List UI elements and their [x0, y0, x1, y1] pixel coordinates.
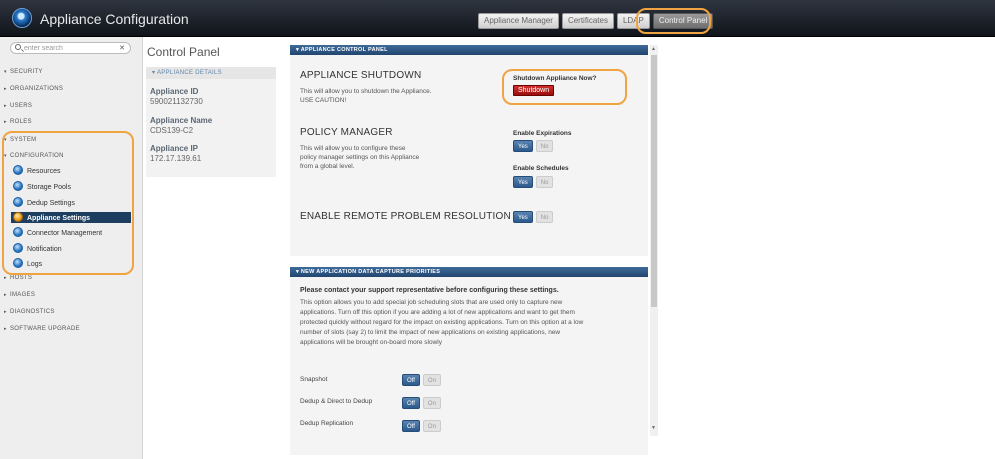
sidebar-item-software-upgrade[interactable]: ▸ SOFTWARE UPGRADE: [4, 326, 80, 332]
appliance-control-panel: ▾ APPLIANCE CONTROL PANEL APPLIANCE SHUT…: [290, 45, 648, 256]
dedup-direct-label: Dedup & Direct to Dedup: [300, 398, 373, 405]
off-button[interactable]: Off: [402, 374, 420, 386]
off-button[interactable]: Off: [402, 420, 420, 432]
yes-button[interactable]: Yes: [513, 176, 533, 188]
scroll-down-icon[interactable]: ▼: [651, 425, 656, 431]
yes-button[interactable]: Yes: [513, 211, 533, 223]
priorities-desc-2: applications. Turn off this option if yo…: [300, 309, 575, 316]
globe-icon: [13, 212, 23, 222]
sidebar-item-images[interactable]: ▸ IMAGES: [4, 292, 35, 298]
policy-desc-1: This will allow you to configure these: [300, 145, 406, 152]
dedup-direct-toggle: Off On: [402, 397, 441, 409]
enable-schedules-label: Enable Schedules: [513, 165, 569, 172]
tab-appliance-manager[interactable]: Appliance Manager: [478, 13, 559, 29]
main-content: ▾ APPLIANCE CONTROL PANEL APPLIANCE SHUT…: [290, 45, 648, 455]
app-title: Appliance Configuration: [40, 11, 189, 27]
no-button[interactable]: No: [535, 176, 554, 188]
yes-button[interactable]: Yes: [513, 140, 533, 152]
priorities-desc-4: number of slots (say 2) to limit the imp…: [300, 329, 561, 336]
priorities-desc-5: applications will be brought on-board mo…: [300, 339, 442, 346]
data-capture-priorities-panel: ▾ NEW APPLICATION DATA CAPTURE PRIORITIE…: [290, 267, 648, 455]
vertical-scrollbar[interactable]: ▲ ▼: [650, 45, 658, 436]
shutdown-prompt: Shutdown Appliance Now?: [513, 75, 597, 82]
page-title: Control Panel: [147, 45, 220, 59]
shutdown-desc: This will allow you to shutdown the Appl…: [300, 88, 432, 95]
priorities-desc-1: This option allows you to add special jo…: [300, 299, 563, 306]
tab-ldap[interactable]: LDAP: [616, 13, 650, 29]
remote-resolution-title: ENABLE REMOTE PROBLEM RESOLUTION: [300, 211, 511, 222]
enable-schedules-toggle: Yes No: [513, 176, 554, 188]
app-window: Appliance Configuration Appliance Manage…: [0, 0, 995, 459]
policy-manager-title: POLICY MANAGER: [300, 127, 393, 138]
shutdown-caution: USE CAUTION!: [300, 97, 347, 104]
appliance-ip-label: Appliance IP: [150, 144, 199, 153]
off-button[interactable]: Off: [402, 397, 420, 409]
sidebar-item-dedup-settings[interactable]: Dedup Settings: [13, 197, 75, 208]
on-button[interactable]: On: [422, 374, 441, 386]
globe-icon: [13, 165, 23, 175]
sidebar-item-hosts[interactable]: ▸ HOSTS: [4, 275, 32, 281]
sidebar-item-connector-management[interactable]: Connector Management: [13, 227, 102, 238]
globe-icon: [13, 227, 23, 237]
scroll-thumb[interactable]: [651, 55, 657, 307]
globe-icon: [13, 181, 23, 191]
appliance-details-panel: ▾ APPLIANCE DETAILS Appliance ID 5900211…: [146, 67, 276, 177]
policy-desc-3: from a global level.: [300, 163, 355, 170]
support-warning: Please contact your support representati…: [300, 287, 559, 294]
sidebar-item-diagnostics[interactable]: ▸ DIAGNOSTICS: [4, 309, 55, 315]
sidebar-item-system[interactable]: ▾ SYSTEM: [4, 137, 36, 143]
sidebar-item-notification[interactable]: Notification: [13, 243, 62, 254]
search-icon: [15, 44, 21, 50]
app-logo-icon: [12, 8, 32, 28]
appliance-name-label: Appliance Name: [150, 116, 213, 125]
appliance-id-value: 590021132730: [150, 97, 203, 106]
dedup-replication-label: Dedup Replication: [300, 420, 354, 427]
sidebar-item-configuration[interactable]: ▾ CONFIGURATION: [4, 153, 64, 159]
sidebar-item-organizations[interactable]: ▸ ORGANIZATIONS: [4, 86, 63, 92]
enable-expirations-toggle: Yes No: [513, 140, 554, 152]
search-box: ✕: [10, 42, 131, 54]
top-nav: Appliance Manager Certificates LDAP Cont…: [478, 13, 714, 29]
no-button[interactable]: No: [535, 140, 554, 152]
sidebar-item-security[interactable]: ▾ SECURITY: [4, 69, 43, 75]
no-button[interactable]: No: [535, 211, 554, 223]
globe-icon: [13, 258, 23, 268]
sidebar-item-users[interactable]: ▸ USERS: [4, 103, 32, 109]
search-input[interactable]: [24, 44, 120, 53]
chevron-down-icon: ▾: [152, 70, 156, 76]
sidebar: ✕ ▾SECURITY ▸ORGANIZATIONS ▸USERS ▸ROLES…: [0, 37, 143, 459]
appliance-name-value: CDS139-C2: [150, 126, 194, 135]
chevron-down-icon: ▾: [296, 47, 300, 53]
tab-certificates[interactable]: Certificates: [561, 13, 614, 29]
panel-header[interactable]: ▾ APPLIANCE CONTROL PANEL: [290, 45, 648, 55]
remote-resolution-toggle: Yes No: [513, 211, 554, 223]
chevron-down-icon: ▾: [296, 269, 300, 275]
tab-control-panel[interactable]: Control Panel: [652, 13, 714, 29]
shutdown-button[interactable]: Shutdown: [513, 85, 555, 96]
globe-icon: [13, 243, 23, 253]
clear-search-icon[interactable]: ✕: [119, 44, 125, 53]
sidebar-item-storage-pools[interactable]: Storage Pools: [13, 181, 71, 192]
top-bar: Appliance Configuration Appliance Manage…: [0, 0, 995, 37]
scroll-up-icon[interactable]: ▲: [651, 46, 656, 52]
dedup-replication-toggle: Off On: [402, 420, 441, 432]
sidebar-item-logs[interactable]: Logs: [13, 258, 42, 269]
sidebar-item-resources[interactable]: Resources: [13, 165, 60, 176]
details-header[interactable]: ▾ APPLIANCE DETAILS: [146, 67, 276, 79]
on-button[interactable]: On: [422, 397, 441, 409]
sidebar-item-roles[interactable]: ▸ ROLES: [4, 119, 32, 125]
shutdown-title: APPLIANCE SHUTDOWN: [300, 70, 422, 81]
appliance-ip-value: 172.17.139.61: [150, 154, 202, 163]
appliance-id-label: Appliance ID: [150, 87, 199, 96]
on-button[interactable]: On: [422, 420, 441, 432]
globe-icon: [13, 197, 23, 207]
priorities-desc-3: protected quickly without regard for the…: [300, 319, 584, 326]
snapshot-label: Snapshot: [300, 376, 328, 383]
sidebar-item-appliance-settings[interactable]: Appliance Settings: [11, 212, 131, 223]
policy-desc-2: policy manager settings on this Applianc…: [300, 154, 420, 161]
enable-expirations-label: Enable Expirations: [513, 130, 572, 137]
panel-header[interactable]: ▾ NEW APPLICATION DATA CAPTURE PRIORITIE…: [290, 267, 648, 277]
snapshot-toggle: Off On: [402, 374, 441, 386]
